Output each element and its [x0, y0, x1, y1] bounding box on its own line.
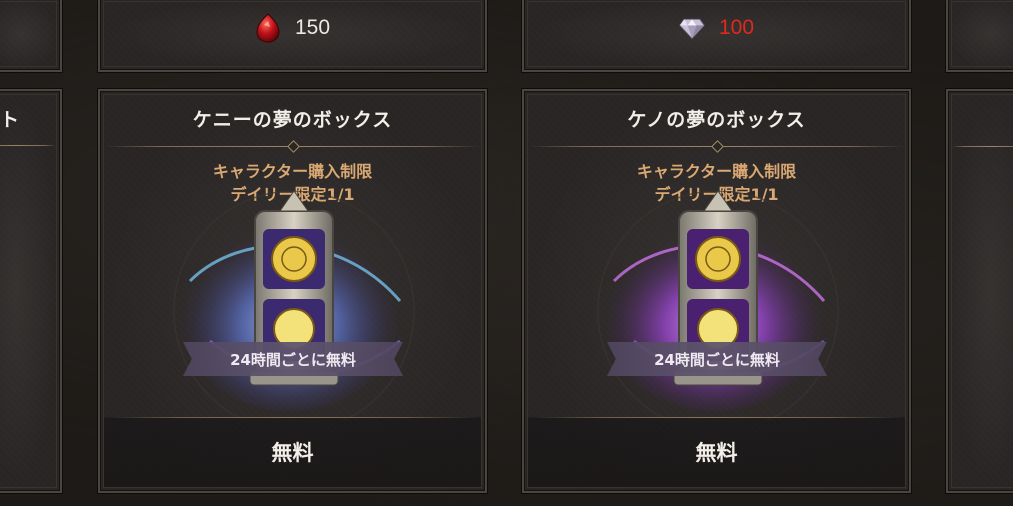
purchase-limit-label: キャラクター購入制限: [636, 162, 797, 181]
card-title-fragment: ト: [0, 109, 20, 131]
price-amount: 150: [294, 16, 331, 39]
title-divider: [104, 140, 481, 153]
title-divider: [528, 140, 905, 153]
shop-card-left-partial[interactable]: ト: [0, 89, 62, 493]
buy-free-button[interactable]: 無料: [104, 417, 481, 487]
red-gem-icon: [256, 13, 280, 43]
price-amount: 100: [718, 16, 755, 39]
dream-box-lantern-image: [597, 191, 839, 421]
buy-free-button[interactable]: 無料: [528, 417, 905, 487]
shop-card-kenny-dream-box[interactable]: ケニーの夢のボックス キャラクター購入制限 デイリー限定1/1 2: [98, 89, 487, 493]
title-divider: [952, 146, 1013, 147]
card-title: ケニーの夢のボックス: [192, 109, 393, 131]
purchase-limit-label: キャラクター購入制限: [212, 162, 373, 181]
free-timer-ribbon: 24時間ごとに無料: [607, 342, 827, 376]
shop-card-top-2[interactable]: 100: [522, 0, 911, 72]
dream-box-lantern-image: [173, 191, 415, 421]
price-row: 100: [524, 8, 909, 48]
diamond-icon: [679, 18, 705, 40]
price-row: 150: [100, 8, 485, 48]
card-title: ケノの夢のボックス: [627, 109, 806, 131]
shop-card-top-1[interactable]: 150: [98, 0, 487, 72]
shop-card-right-partial[interactable]: [946, 89, 1013, 493]
free-timer-ribbon: 24時間ごとに無料: [183, 342, 403, 376]
shop-card-top-left-partial[interactable]: [0, 0, 62, 72]
shop-card-top-right-partial[interactable]: [946, 0, 1013, 72]
shop-card-keno-dream-box[interactable]: ケノの夢のボックス キャラクター購入制限 デイリー限定1/1 24: [522, 89, 911, 493]
title-divider: [0, 145, 56, 146]
